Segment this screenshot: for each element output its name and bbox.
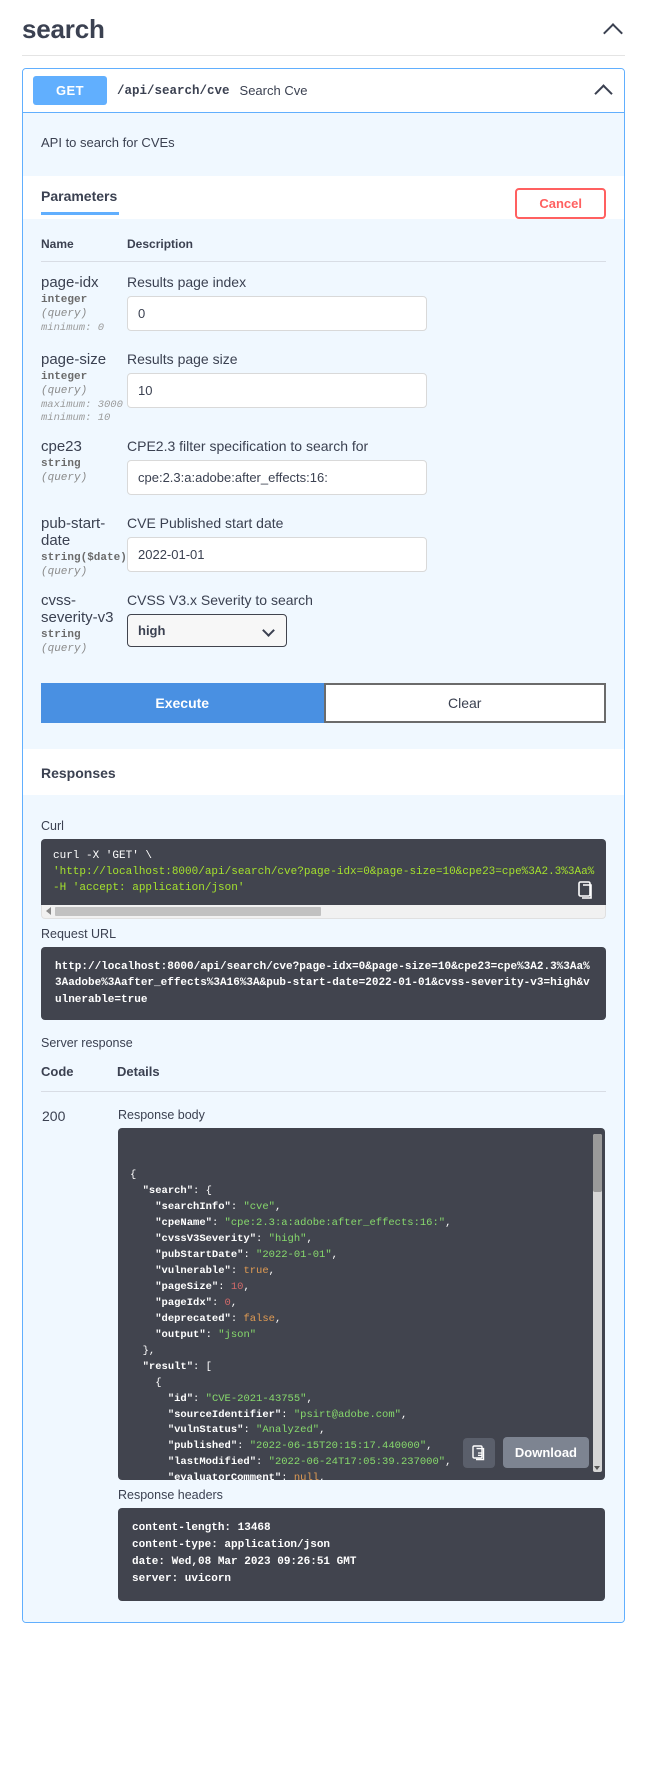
- parameter-location: (query): [41, 566, 88, 578]
- parameter-description: CPE2.3 filter specification to search fo…: [127, 437, 369, 454]
- parameter-name-cell: page-idx integer (query) minimum: 0: [41, 262, 127, 340]
- scroll-down-arrow-icon[interactable]: [594, 1466, 600, 1471]
- http-method-badge: GET: [33, 76, 107, 105]
- response-headers-block: content-length: 13468 content-type: appl…: [118, 1508, 605, 1601]
- parameters-body: Name Description page-idx integer (query) m…: [23, 219, 624, 655]
- operation-block: GET /api/search/cve Search Cve API to se…: [22, 68, 625, 1623]
- parameter-name: page-idx: [41, 274, 99, 291]
- chevron-up-icon[interactable]: [594, 81, 614, 101]
- parameter-row: page-size integer (query) maximum: 3000 mini…: [41, 339, 606, 426]
- operation-description: API to search for CVEs: [41, 135, 175, 150]
- request-url-block: http://localhost:8000/api/search/cve?pag…: [41, 946, 606, 1021]
- parameter-row: pub-start-date string($date) (query) CVE Pu…: [41, 503, 606, 580]
- parameter-name: page-size: [41, 351, 107, 368]
- parameter-type: integer: [41, 371, 88, 384]
- parameter-constraint: minimum: 0: [41, 322, 105, 335]
- parameter-type: string: [41, 457, 81, 470]
- parameter-input-page-idx[interactable]: [127, 296, 427, 331]
- parameter-row: cvss-severity-v3 string (query) CVSS V3.x S…: [41, 580, 606, 656]
- parameter-description-cell: CPE2.3 filter specification to search fo…: [127, 426, 606, 503]
- page-title: search: [22, 14, 105, 44]
- copy-icon[interactable]: [574, 879, 598, 901]
- parameter-type: string: [41, 629, 81, 641]
- parameter-constraint: minimum: 10: [41, 412, 111, 425]
- table-row: 200 Response body { "search": { "searchI…: [41, 1092, 606, 1602]
- json-vertical-scrollbar[interactable]: [593, 1134, 602, 1473]
- scroll-thumb[interactable]: [55, 906, 322, 916]
- curl-horizontal-scrollbar[interactable]: [41, 904, 606, 919]
- parameters-header: Parameters Cancel: [23, 176, 624, 219]
- operation-summary-text: Search Cve: [239, 83, 308, 98]
- parameter-name: cpe23: [41, 437, 82, 455]
- server-response-label: Server response: [41, 1036, 133, 1051]
- operation-summary[interactable]: GET /api/search/cve Search Cve: [23, 69, 624, 113]
- curl-label: Curl: [41, 819, 64, 833]
- tag-divider: [22, 55, 625, 56]
- parameter-description-cell: CVE Published start date: [127, 503, 606, 580]
- parameter-constraint: maximum: 3000: [41, 399, 123, 412]
- parameter-name-cell: cpe23 string (query): [41, 426, 127, 503]
- parameter-input-cpe23[interactable]: [127, 459, 427, 495]
- response-details-cell: Response body { "search": { "searchInfo"…: [117, 1092, 606, 1602]
- parameter-description-cell: Results page index: [127, 262, 606, 340]
- parameter-input-page-size[interactable]: [127, 373, 427, 408]
- response-headers-label: Response headers: [118, 1488, 223, 1503]
- copy-icon[interactable]: [462, 1437, 495, 1468]
- column-header-details: Details: [117, 1054, 606, 1093]
- parameter-description-cell: Results page size: [127, 339, 606, 426]
- parameters-table: Name Description page-idx integer (query) m…: [41, 219, 606, 655]
- request-url-label: Request URL: [41, 926, 117, 941]
- parameter-location: (query): [41, 385, 88, 398]
- server-response-table-header: Code Details: [41, 1054, 606, 1093]
- parameter-name-cell: page-size integer (query) maximum: 3000 mini…: [41, 339, 127, 426]
- download-button[interactable]: Download: [502, 1437, 589, 1469]
- parameter-location: (query): [41, 643, 88, 655]
- response-body-actions: Download: [462, 1437, 589, 1469]
- parameter-description: CVE Published start date: [127, 514, 284, 531]
- column-header-code: Code: [41, 1054, 117, 1093]
- parameter-input-pub-start-date[interactable]: [127, 536, 427, 572]
- chevron-up-icon[interactable]: [603, 19, 625, 41]
- column-header-description: Description: [127, 219, 606, 262]
- parameter-description: CVSS V3.x Severity to search: [127, 591, 313, 608]
- parameter-type: string($date): [41, 552, 127, 564]
- scroll-thumb[interactable]: [593, 1134, 602, 1193]
- parameter-name-cell: pub-start-date string($date) (query): [41, 503, 127, 580]
- parameter-description: Results page size: [127, 351, 238, 367]
- active-tab-underline: [41, 212, 119, 215]
- response-body-label: Response body: [118, 1108, 205, 1123]
- execute-button[interactable]: Execute: [41, 683, 324, 723]
- parameter-type: integer: [41, 294, 88, 307]
- tab-parameters[interactable]: Parameters: [41, 188, 117, 212]
- curl-command-block: curl -X 'GET' \ 'http://localhost:8000/a…: [41, 839, 606, 905]
- server-response-table: Code Details 200 Response body { "search…: [41, 1054, 606, 1601]
- parameter-name-cell: cvss-severity-v3 string (query): [41, 580, 127, 656]
- parameter-location: (query): [41, 471, 88, 484]
- parameter-row: cpe23 string (query) CPE2.3 filter specific…: [41, 426, 606, 503]
- parameter-description-cell: CVSS V3.x Severity to search high: [127, 580, 606, 656]
- curl-line-2: 'http://localhost:8000/api/search/cve?pa…: [53, 865, 595, 878]
- operation-path: /api/search/cve: [117, 83, 230, 98]
- parameter-location: (query): [41, 308, 88, 321]
- parameter-select-cvss-severity-v3[interactable]: high: [127, 613, 287, 647]
- parameter-description: Results page index: [127, 274, 247, 290]
- parameter-name: pub-start-date: [41, 514, 106, 549]
- response-status-code: 200: [42, 1108, 66, 1125]
- scroll-left-arrow-icon[interactable]: [46, 907, 51, 916]
- response-body-json[interactable]: { "search": { "searchInfo": "cve", "cpeN…: [118, 1128, 605, 1481]
- execute-row: Execute Clear: [23, 655, 624, 749]
- responses-body: Curl curl -X 'GET' \ 'http://localhost:8…: [23, 795, 624, 1622]
- responses-title: Responses: [41, 765, 116, 781]
- parameter-row: page-idx integer (query) minimum: 0 Results …: [41, 262, 606, 340]
- clear-button[interactable]: Clear: [323, 683, 606, 723]
- parameter-name: cvss-severity-v3: [41, 591, 114, 626]
- tag-header[interactable]: search: [0, 0, 647, 55]
- curl-line-1: curl -X 'GET' \: [53, 850, 153, 862]
- parameter-select-wrapper: high: [127, 613, 287, 655]
- cancel-button[interactable]: Cancel: [515, 188, 606, 219]
- parameters-table-header: Name Description: [41, 219, 606, 262]
- curl-line-3: -H 'accept: application/json': [53, 881, 245, 894]
- responses-header: Responses: [23, 749, 624, 795]
- column-header-name: Name: [41, 219, 127, 262]
